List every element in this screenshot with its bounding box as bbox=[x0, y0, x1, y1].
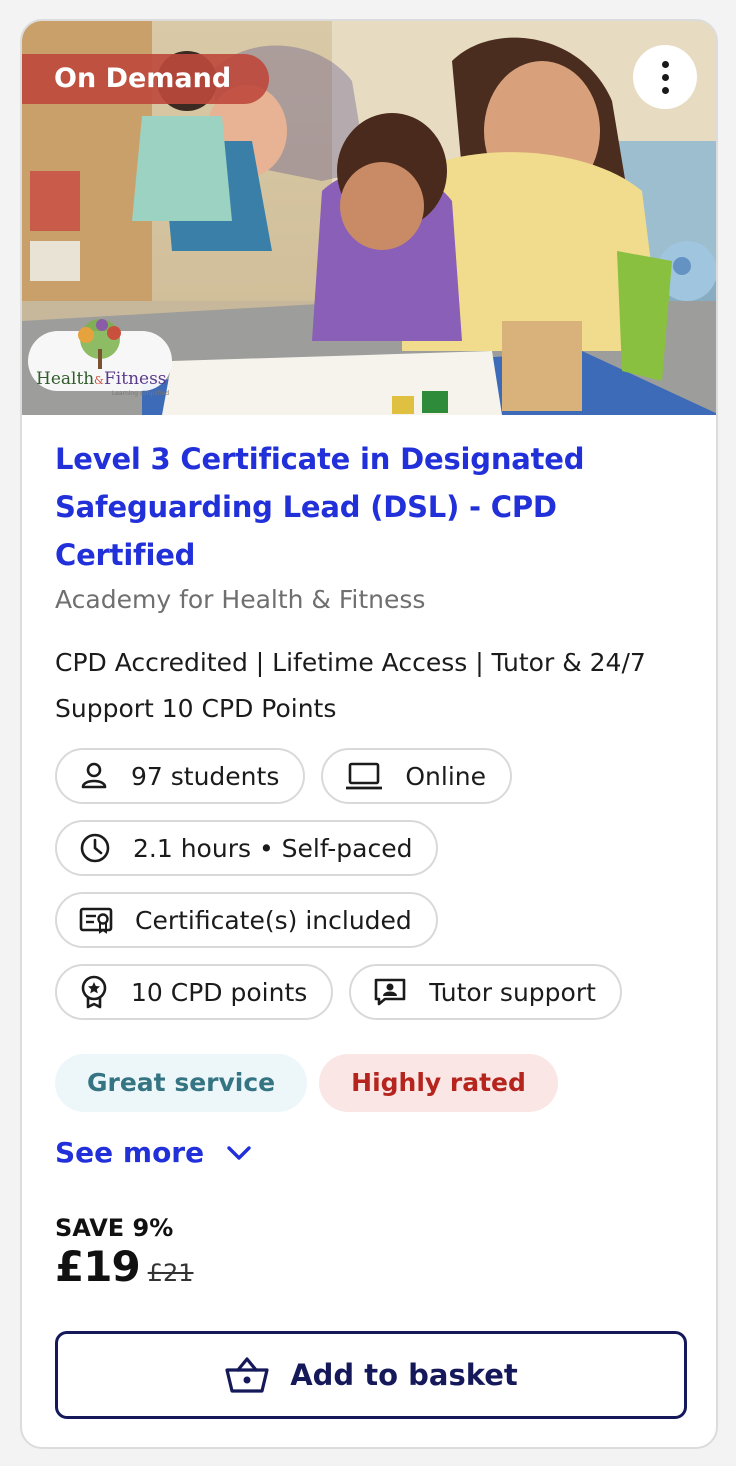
add-to-basket-button[interactable]: Add to basket bbox=[55, 1331, 687, 1419]
rating-tags: Great service Highly rated bbox=[55, 1054, 695, 1112]
certificate-icon bbox=[79, 907, 113, 934]
card-content: Level 3 Certificate in Designated Safegu… bbox=[55, 415, 695, 1291]
students-chip: 97 students bbox=[55, 748, 306, 804]
logo-text-health: Health bbox=[36, 369, 94, 389]
logo-text-amp: & bbox=[94, 374, 104, 387]
price-row: £19 £21 bbox=[55, 1242, 695, 1291]
more-options-button[interactable] bbox=[633, 45, 697, 109]
great-service-tag: Great service bbox=[55, 1054, 308, 1112]
award-icon bbox=[81, 975, 107, 1009]
course-card[interactable]: On Demand Health & Fitness Learning simp… bbox=[20, 19, 718, 1449]
course-features: 97 students Online 2.1 hours • Self-pace… bbox=[55, 748, 695, 1020]
laptop-icon bbox=[346, 762, 383, 790]
see-more-link[interactable]: See more bbox=[55, 1136, 695, 1169]
menu-dot bbox=[661, 86, 669, 94]
logo-tagline: Learning simplified bbox=[112, 390, 169, 397]
format-chip: Online bbox=[321, 748, 512, 804]
on-demand-badge: On Demand bbox=[22, 54, 270, 104]
tutor-support-chip: Tutor support bbox=[349, 964, 622, 1020]
highly-rated-tag: Highly rated bbox=[319, 1054, 558, 1112]
save-label: SAVE 9% bbox=[55, 1214, 174, 1242]
cpd-points-chip: 10 CPD points bbox=[55, 964, 334, 1020]
tutor-support-label: Tutor support bbox=[429, 977, 596, 1007]
see-more-label: See more bbox=[55, 1136, 205, 1169]
certificate-label: Certificate(s) included bbox=[135, 905, 412, 935]
menu-dot bbox=[661, 73, 669, 81]
person-icon bbox=[81, 762, 107, 789]
course-description: CPD Accredited | Lifetime Access | Tutor… bbox=[55, 648, 646, 723]
course-title[interactable]: Level 3 Certificate in Designated Safegu… bbox=[55, 415, 695, 579]
course-provider: Academy for Health & Fitness bbox=[55, 585, 426, 614]
certificate-chip: Certificate(s) included bbox=[55, 892, 438, 948]
tutor-support-icon bbox=[374, 978, 406, 1006]
current-price: £19 bbox=[55, 1242, 141, 1291]
add-to-basket-label: Add to basket bbox=[290, 1358, 518, 1392]
logo-text-fitness: Fitness bbox=[104, 369, 167, 389]
basket-icon bbox=[225, 1357, 269, 1393]
clock-icon bbox=[80, 833, 110, 863]
cpd-points-label: 10 CPD points bbox=[131, 977, 308, 1007]
students-label: 97 students bbox=[131, 761, 280, 791]
original-price: £21 bbox=[147, 1259, 194, 1287]
menu-dot bbox=[661, 60, 669, 68]
chevron-down-icon bbox=[227, 1145, 251, 1160]
provider-logo: Health & Fitness Learning simplified bbox=[28, 319, 172, 397]
course-image[interactable]: On Demand Health & Fitness Learning simp… bbox=[22, 21, 716, 415]
format-label: Online bbox=[405, 761, 486, 791]
duration-chip: 2.1 hours • Self-paced bbox=[55, 820, 439, 876]
duration-label: 2.1 hours • Self-paced bbox=[133, 833, 413, 863]
